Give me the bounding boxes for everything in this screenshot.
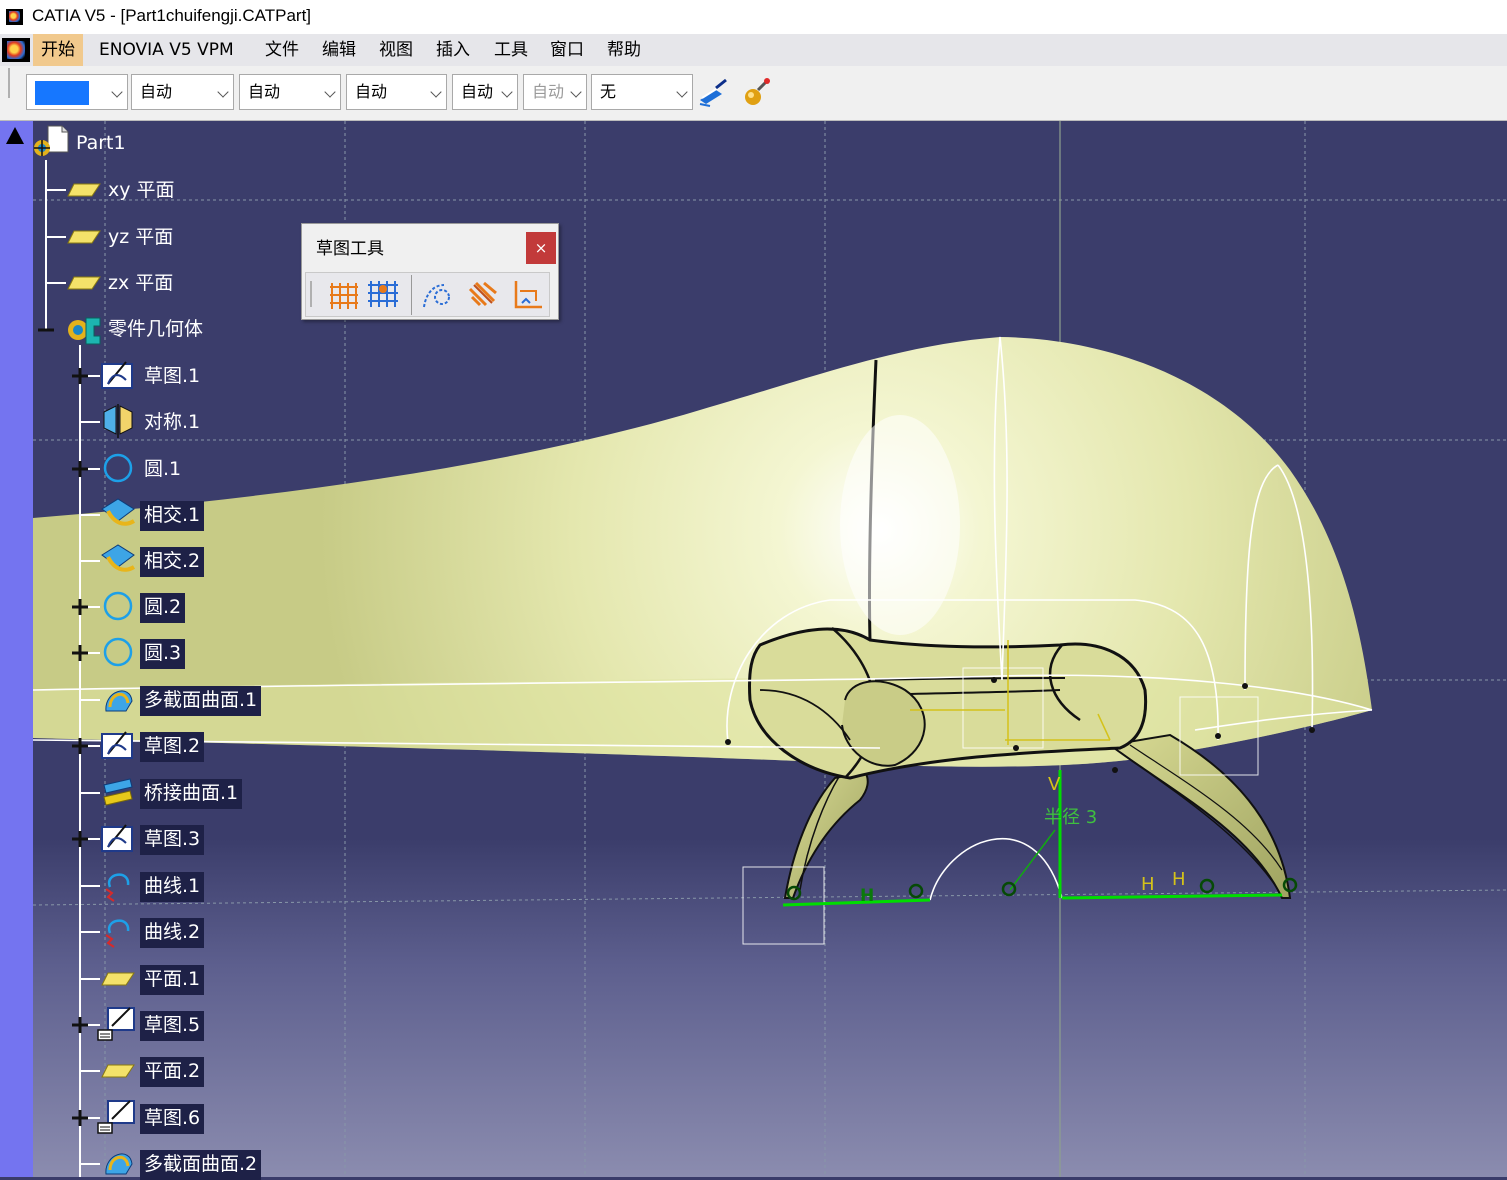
tree-item-zx-plane[interactable]: zx 平面 xyxy=(108,269,173,299)
dimensional-constraints-icon[interactable] xyxy=(510,279,544,311)
menu-file[interactable]: 文件 xyxy=(257,34,307,66)
plane-icon xyxy=(67,276,101,290)
fill-color-combo[interactable] xyxy=(26,74,128,110)
tree-item-intersect-2[interactable]: 相交.2 xyxy=(140,547,205,577)
horizontal-constraint-label: H xyxy=(1141,874,1155,895)
tree-item-circle-1[interactable]: 圆.1 xyxy=(144,455,181,485)
plane-icon xyxy=(101,972,135,986)
tree-item-multisection-surface-1[interactable]: 多截面曲面.1 xyxy=(140,686,262,716)
plane-icon xyxy=(101,1064,135,1078)
plane-icon xyxy=(67,183,101,197)
tree-item-plane-2[interactable]: 平面.2 xyxy=(140,1057,205,1087)
menu-help[interactable]: 帮助 xyxy=(599,34,649,66)
menu-window[interactable]: 窗口 xyxy=(542,34,592,66)
sketch-tools-palette[interactable]: 草图工具 × xyxy=(301,223,559,320)
tree-item-part-body[interactable]: 零件几何体 xyxy=(108,315,203,345)
palette-close-button[interactable]: × xyxy=(526,232,556,264)
tree-item-xy-plane[interactable]: xy 平面 xyxy=(108,176,175,206)
menu-enovia[interactable]: ENOVIA V5 VPM xyxy=(91,34,242,66)
menu-view[interactable]: 视图 xyxy=(371,34,421,66)
rendering-style-combo: 自动 xyxy=(523,74,587,110)
3d-viewport[interactable]: H H H V 半径 3 xyxy=(0,121,1507,1177)
positioned-sketch-icon xyxy=(97,1100,135,1134)
document-menu-icon[interactable] xyxy=(2,38,30,62)
multisection-surface-icon xyxy=(105,690,133,712)
tree-item-plane-1[interactable]: 平面.1 xyxy=(140,965,205,995)
menu-edit[interactable]: 编辑 xyxy=(314,34,364,66)
tree-item-sketch-5[interactable]: 草图.5 xyxy=(140,1011,205,1041)
palette-icon-row xyxy=(305,272,550,317)
grid-icon[interactable] xyxy=(328,279,360,311)
toolbar-grip[interactable] xyxy=(8,68,10,98)
multisection-surface-icon xyxy=(105,1153,133,1175)
catia-logo-icon xyxy=(6,9,23,25)
magic-wand-icon[interactable] xyxy=(740,76,774,110)
menu-start[interactable]: 开始 xyxy=(33,34,83,66)
vertical-constraint-label: V xyxy=(1048,774,1061,795)
tree-item-circle-3[interactable]: 圆.3 xyxy=(140,639,186,669)
palette-title: 草图工具 xyxy=(316,239,384,259)
intersect-icon xyxy=(101,544,136,572)
window-title: CATIA V5 - [Part1chuifengji.CATPart] xyxy=(32,6,312,25)
tree-item-sketch-1[interactable]: 草图.1 xyxy=(144,362,200,392)
horizontal-constraint-label: H xyxy=(1172,869,1186,890)
point-symbol-combo[interactable]: 自动 xyxy=(452,74,518,110)
tree-item-curve-2[interactable]: 曲线.2 xyxy=(140,918,205,948)
color-swatch xyxy=(35,81,89,105)
tree-item-sketch-6[interactable]: 草图.6 xyxy=(140,1104,205,1134)
blend-surface-icon xyxy=(103,778,133,806)
tree-root-part[interactable]: Part1 xyxy=(76,129,126,159)
snap-to-point-icon[interactable] xyxy=(366,277,400,311)
symmetry-icon xyxy=(103,404,133,438)
palette-grip[interactable] xyxy=(310,281,312,307)
tree-item-curve-1[interactable]: 曲线.1 xyxy=(140,872,205,902)
circle-icon xyxy=(103,453,133,483)
sketch-icon xyxy=(101,361,133,389)
tree-item-circle-2[interactable]: 圆.2 xyxy=(140,593,186,623)
transparency-combo[interactable]: 自动 xyxy=(131,74,234,110)
line-type-combo[interactable]: 自动 xyxy=(346,74,447,110)
part-icon[interactable] xyxy=(32,124,72,160)
menu-tools[interactable]: 工具 xyxy=(486,34,536,66)
geometric-constraints-icon[interactable] xyxy=(466,279,500,311)
radius-dimension-label[interactable]: 半径 3 xyxy=(1044,807,1097,828)
curve-icon xyxy=(105,919,130,948)
tree-item-sketch-3[interactable]: 草图.3 xyxy=(140,825,205,855)
curve-icon xyxy=(105,873,130,902)
tree-item-multisection-surface-2[interactable]: 多截面曲面.2 xyxy=(140,1150,262,1180)
layer-combo[interactable]: 无 xyxy=(591,74,693,110)
menu-insert[interactable]: 插入 xyxy=(428,34,478,66)
circle-icon xyxy=(103,591,133,621)
sketch-icon xyxy=(101,824,133,852)
horizontal-constraint-label: H xyxy=(860,886,874,906)
model-geometry: H H H V 半径 3 xyxy=(32,121,1507,1177)
part-body-icon xyxy=(68,317,101,345)
circle-icon xyxy=(103,637,133,667)
construction-element-icon[interactable] xyxy=(420,279,454,311)
tree-item-blend-surface-1[interactable]: 桥接曲面.1 xyxy=(140,779,243,809)
line-thickness-combo[interactable]: 自动 xyxy=(239,74,341,110)
tree-item-sketch-2[interactable]: 草图.2 xyxy=(140,732,205,762)
paintbrush-icon[interactable] xyxy=(696,76,730,110)
sketch-icon xyxy=(101,731,133,759)
tree-item-yz-plane[interactable]: yz 平面 xyxy=(108,223,173,253)
positioned-sketch-icon xyxy=(97,1007,135,1041)
title-bar: CATIA V5 - [Part1chuifengji.CATPart] xyxy=(0,0,1507,34)
tree-item-symmetry-1[interactable]: 对称.1 xyxy=(144,408,200,438)
plane-icon xyxy=(67,230,101,244)
intersect-icon xyxy=(101,498,136,526)
tree-item-intersect-1[interactable]: 相交.1 xyxy=(140,501,205,531)
